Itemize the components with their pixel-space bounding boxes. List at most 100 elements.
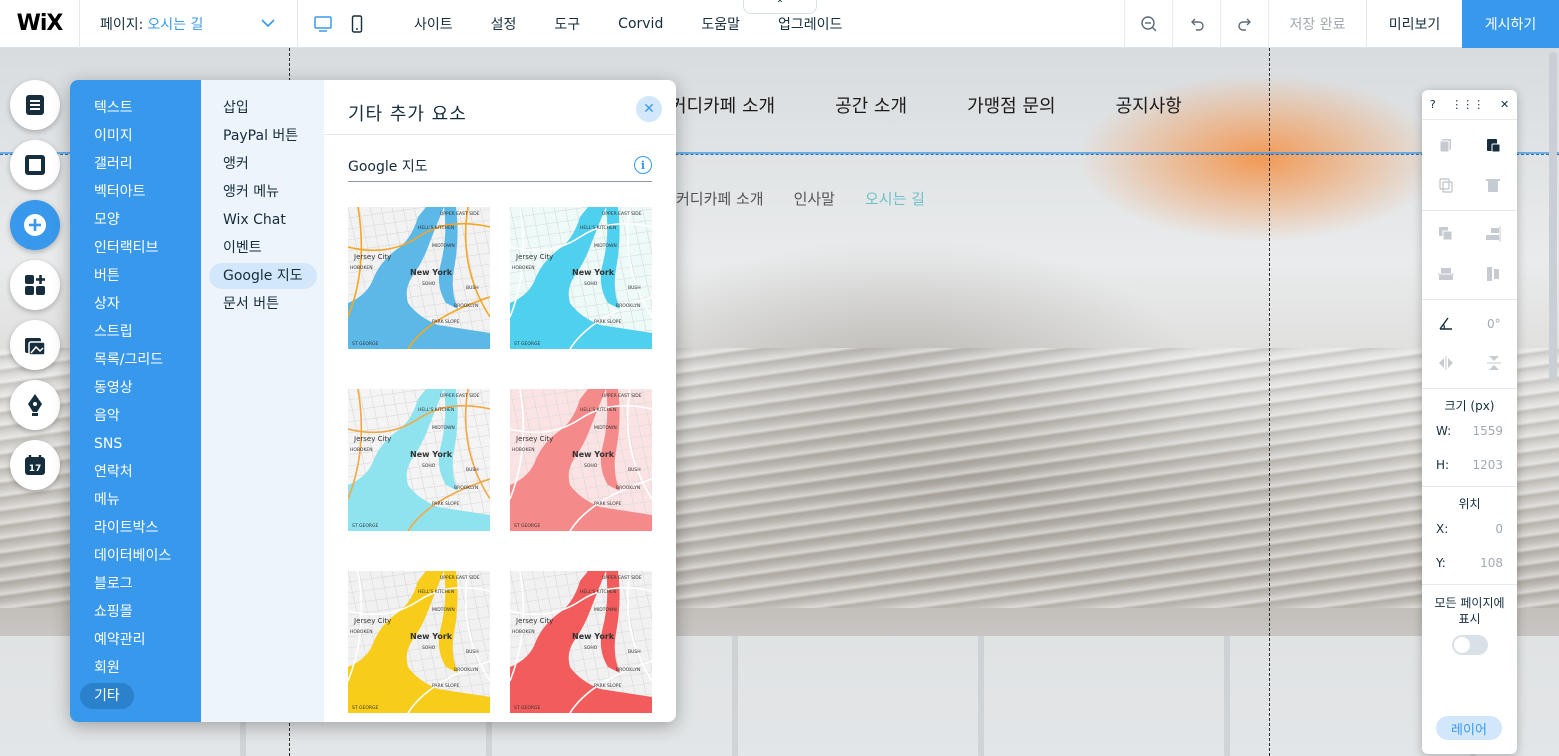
category-item[interactable]: 라이트박스: [70, 514, 201, 542]
sub-nav-item[interactable]: 인사말: [794, 188, 835, 209]
menu-upgrade[interactable]: 업그레이드: [778, 14, 842, 34]
menu-help[interactable]: 도움말: [701, 14, 740, 34]
category-item[interactable]: 벡터아트: [70, 178, 201, 206]
site-nav-item[interactable]: 공지사항: [1116, 92, 1182, 118]
x-field[interactable]: X: 0: [1422, 512, 1517, 546]
category-item[interactable]: 음악: [70, 402, 201, 430]
category-list: 텍스트 이미지 갤러리 벡터아트 모양 인터랙티브 버튼 상자 스트립 목록/그리드 동영상 음악 SN…: [70, 80, 201, 722]
svg-text:ST GEORGE: ST GEORGE: [514, 523, 541, 529]
x-value[interactable]: 0: [1495, 522, 1503, 536]
category-item[interactable]: 데이터베이스: [70, 542, 201, 570]
google-map-thumbnail[interactable]: UPPER EAST SIDE HELL'S KITCHEN MIDTOWN J…: [348, 207, 490, 349]
layers-button[interactable]: 레이어: [1436, 716, 1502, 740]
panel-divider: [324, 134, 676, 135]
copy-icon[interactable]: [1438, 137, 1454, 156]
category-item[interactable]: 블로그: [70, 570, 201, 598]
category-item[interactable]: SNS: [70, 430, 201, 458]
flip-vertical-icon[interactable]: [1486, 354, 1502, 375]
trash-icon[interactable]: [1485, 177, 1501, 196]
add-apps-button[interactable]: [10, 260, 60, 310]
duplicate-icon[interactable]: [1438, 177, 1454, 196]
collapse-topbar-button[interactable]: ⌃: [743, 0, 817, 14]
category-item[interactable]: 상자: [70, 290, 201, 318]
undo-icon[interactable]: [1172, 0, 1220, 48]
desktop-view-icon[interactable]: [306, 15, 340, 33]
show-on-all-pages-toggle[interactable]: [1451, 635, 1488, 655]
google-map-thumbnail[interactable]: UPPER EAST SIDE HELL'S KITCHEN MIDTOWN J…: [348, 571, 490, 713]
category-item[interactable]: 회원: [70, 654, 201, 682]
info-icon[interactable]: i: [634, 156, 652, 174]
width-value[interactable]: 1559: [1472, 424, 1503, 438]
subcategory-item[interactable]: 이벤트: [201, 234, 324, 262]
align-right-icon[interactable]: [1484, 225, 1502, 246]
google-map-thumbnail[interactable]: UPPER EAST SIDE HELL'S KITCHEN MIDTOWN J…: [510, 207, 652, 349]
canvas-scrollbar[interactable]: [1549, 52, 1557, 382]
menu-site[interactable]: 사이트: [414, 14, 453, 34]
menu-settings[interactable]: 설정: [491, 14, 517, 34]
category-item[interactable]: 메뉴: [70, 486, 201, 514]
background-button[interactable]: [10, 140, 60, 190]
sub-nav-item-active[interactable]: 오시는 길: [865, 188, 925, 209]
distribute-icon[interactable]: [1484, 265, 1502, 286]
arrange-icon[interactable]: [1437, 225, 1455, 246]
google-map-thumbnail[interactable]: UPPER EAST SIDE HELL'S KITCHEN MIDTOWN J…: [510, 571, 652, 713]
subcategory-item[interactable]: 문서 버튼: [201, 290, 324, 318]
site-nav-item[interactable]: 가맹점 문의: [967, 92, 1056, 118]
menu-tools[interactable]: 도구: [554, 14, 580, 34]
close-panel-button[interactable]: ✕: [636, 96, 662, 122]
height-field[interactable]: H: 1203: [1422, 448, 1517, 482]
align-middle-icon[interactable]: [1437, 265, 1455, 286]
width-field[interactable]: W: 1559: [1422, 414, 1517, 448]
subcategory-label: 앵커: [223, 156, 249, 172]
preview-button[interactable]: 미리보기: [1366, 0, 1462, 48]
category-item[interactable]: 텍스트: [70, 94, 201, 122]
bookings-button[interactable]: 17: [10, 440, 60, 490]
sub-nav-item[interactable]: 커디카페 소개: [676, 188, 764, 209]
help-icon[interactable]: ?: [1430, 98, 1436, 111]
rotate-angle-icon[interactable]: [1438, 315, 1454, 334]
subcategory-item[interactable]: Wix Chat: [201, 206, 324, 234]
category-item[interactable]: 인터랙티브: [70, 234, 201, 262]
category-item[interactable]: 버튼: [70, 262, 201, 290]
flip-horizontal-icon[interactable]: [1437, 355, 1455, 374]
category-item[interactable]: 기타: [70, 682, 201, 710]
category-item[interactable]: 연락처: [70, 458, 201, 486]
subcategory-label: Wix Chat: [223, 212, 286, 228]
rotation-value[interactable]: 0°: [1487, 317, 1501, 331]
category-item[interactable]: 예약관리: [70, 626, 201, 654]
redo-icon[interactable]: [1220, 0, 1268, 48]
category-item[interactable]: 쇼핑몰: [70, 598, 201, 626]
publish-button[interactable]: 게시하기: [1462, 0, 1559, 48]
zoom-out-icon[interactable]: [1124, 0, 1172, 48]
paste-icon[interactable]: [1485, 137, 1501, 156]
page-selector[interactable]: 페이지: 오시는 길: [80, 0, 298, 48]
svg-text:UPPER EAST SIDE: UPPER EAST SIDE: [602, 211, 642, 217]
mobile-view-icon[interactable]: [340, 14, 374, 33]
subcategory-item[interactable]: Google 지도: [201, 262, 324, 290]
subcategory-item[interactable]: 앵커: [201, 150, 324, 178]
drag-handle-icon[interactable]: ⋮⋮⋮: [1451, 98, 1484, 111]
site-nav-item[interactable]: 커디카페 소개: [670, 92, 775, 118]
site-nav-item[interactable]: 공간 소개: [835, 92, 907, 118]
subcategory-item[interactable]: PayPal 버튼: [201, 122, 324, 150]
subcategory-item[interactable]: 앵커 메뉴: [201, 178, 324, 206]
menus-pages-button[interactable]: [10, 80, 60, 130]
close-icon[interactable]: ✕: [1500, 98, 1509, 111]
blog-button[interactable]: [10, 380, 60, 430]
media-button[interactable]: [10, 320, 60, 370]
category-item[interactable]: 스트립: [70, 318, 201, 346]
add-button[interactable]: [10, 200, 60, 250]
y-value[interactable]: 108: [1480, 556, 1503, 570]
category-item[interactable]: 갤러리: [70, 150, 201, 178]
y-field[interactable]: Y: 108: [1422, 546, 1517, 580]
height-value[interactable]: 1203: [1472, 458, 1503, 472]
google-map-thumbnail[interactable]: UPPER EAST SIDE HELL'S KITCHEN MIDTOWN J…: [348, 389, 490, 531]
subcategory-item[interactable]: 삽입: [201, 94, 324, 122]
category-item[interactable]: 이미지: [70, 122, 201, 150]
category-item[interactable]: 동영상: [70, 374, 201, 402]
wix-logo[interactable]: WiX: [0, 0, 80, 48]
category-item[interactable]: 모양: [70, 206, 201, 234]
category-item[interactable]: 목록/그리드: [70, 346, 201, 374]
menu-corvid[interactable]: Corvid: [618, 16, 663, 32]
google-map-thumbnail[interactable]: UPPER EAST SIDE HELL'S KITCHEN MIDTOWN J…: [510, 389, 652, 531]
